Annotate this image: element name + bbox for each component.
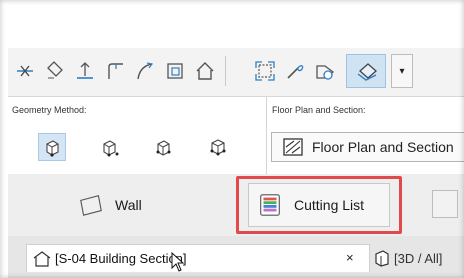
tab-building-section[interactable]: [S-04 Building Section] (26, 244, 370, 272)
cutting-plane-toggle[interactable] (346, 54, 386, 88)
geometry-method-extended[interactable] (150, 133, 178, 161)
dropdown-icon[interactable]: ▾ (391, 54, 413, 88)
cutting-plane-icon (354, 59, 380, 85)
tab-close-icon[interactable]: × (346, 250, 354, 265)
gravity-icon[interactable] (42, 58, 68, 84)
floor-plan-section-label: Floor Plan and Section: (272, 105, 366, 115)
trim-icon[interactable] (72, 58, 98, 84)
partial-tool-icon[interactable] (432, 190, 458, 218)
wall-tool-button[interactable]: Wall (77, 191, 142, 219)
geometry-method-single[interactable] (38, 133, 66, 161)
extended-geometry-icon (156, 140, 171, 156)
floor-plan-section-icon (283, 138, 303, 156)
floor-plan-section-value: Floor Plan and Section (312, 139, 454, 155)
roof-icon[interactable] (192, 58, 218, 84)
fillet-icon[interactable] (102, 58, 128, 84)
offset-icon[interactable] (162, 58, 188, 84)
highlight-box (236, 176, 402, 234)
split-icon[interactable] (12, 58, 38, 84)
element-snap-icon[interactable] (252, 58, 278, 84)
mouse-pointer-icon (171, 252, 185, 272)
edit-toolbar: ▾ (8, 48, 464, 97)
tab-3d-all[interactable]: [3D / All] (372, 244, 464, 272)
panel-divider (266, 97, 267, 174)
geometry-method-dimensioned[interactable] (96, 133, 124, 161)
options-panel: Geometry Method: Floor Plan and Section:… (8, 97, 464, 175)
wall-label: Wall (115, 197, 142, 213)
3d-view-icon (375, 250, 389, 267)
section-view-icon (33, 250, 51, 267)
wall-icon (77, 191, 105, 219)
tab-building-section-label: [S-04 Building Section] (55, 251, 187, 266)
header-blank-area (8, 6, 464, 49)
single-geometry-icon (46, 140, 59, 157)
rotated-geometry-icon (210, 139, 226, 156)
geometry-method-label: Geometry Method: (12, 105, 87, 115)
magic-wand-icon[interactable] (282, 58, 308, 84)
label-icon[interactable] (312, 58, 338, 84)
geometry-method-rotated[interactable] (204, 133, 232, 161)
dimensioned-geometry-icon (103, 140, 119, 157)
tab-3d-all-label: [3D / All] (394, 250, 443, 266)
floor-plan-section-button[interactable]: Floor Plan and Section (271, 132, 464, 162)
curve-icon[interactable] (132, 58, 158, 84)
toolbar-separator (225, 56, 226, 86)
